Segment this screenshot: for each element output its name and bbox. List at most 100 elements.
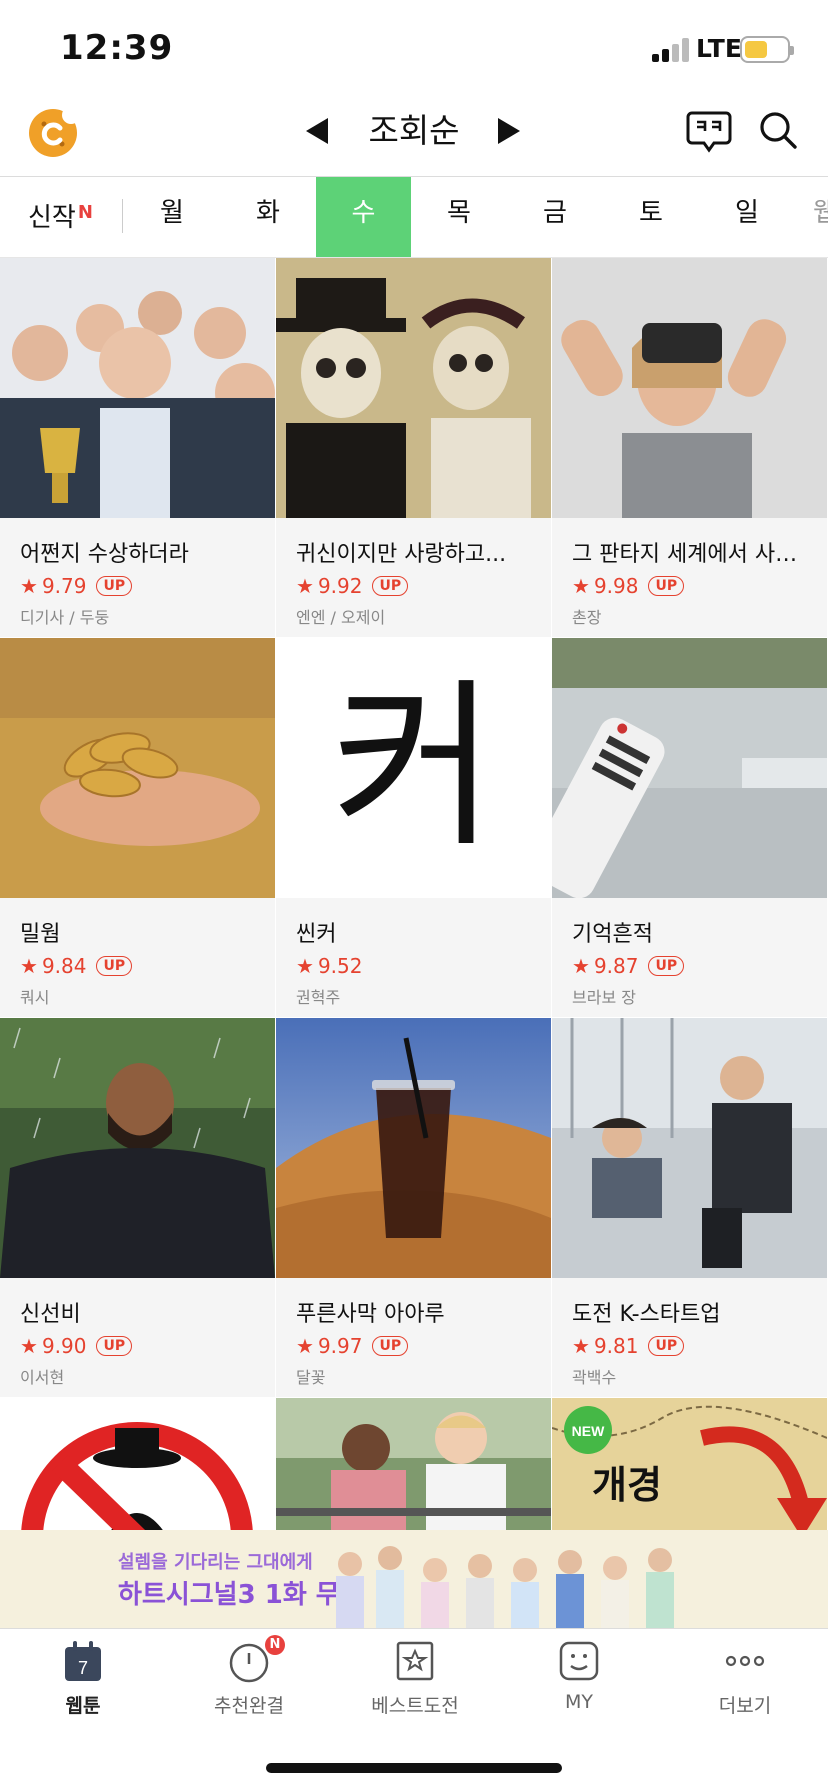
nav-more[interactable]: 더보기 — [662, 1639, 828, 1718]
comic-info: 그 판타지 세계에서 사… ★ 9.98 UP 촌장 — [552, 518, 827, 637]
rating-value: 9.81 — [593, 1334, 639, 1358]
comic-title: 밀웜 — [20, 922, 61, 947]
next-sort-button[interactable] — [498, 118, 520, 144]
comic-rating: ★ 9.81 UP — [572, 1334, 807, 1358]
comic-title: 도전 K-스타트업 — [572, 1302, 721, 1327]
comic-info: 기억흔적 ★ 9.87 UP 브라보 장 — [552, 898, 827, 1017]
comic-card[interactable]: 귀신이지만 사랑하고... ★ 9.92 UP 엔엔 / 오제이 — [276, 258, 551, 637]
nav-label: 추천완결 — [214, 1695, 284, 1717]
star-icon: ★ — [20, 1334, 38, 1358]
comic-card[interactable]: 신선비 ★ 9.90 UP 이서현 — [0, 1018, 275, 1397]
nav-label: MY — [565, 1691, 593, 1713]
comic-card[interactable]: 어쩐지 수상하더라 ★ 9.79 UP 디기사 / 두둥 — [0, 258, 275, 637]
tab-sun[interactable]: 일 — [699, 177, 795, 257]
comic-rating: ★ 9.52 — [296, 954, 531, 978]
comic-card[interactable] — [0, 1398, 275, 1530]
signal-icon — [652, 38, 690, 62]
comic-rating: ★ 9.84 UP — [20, 954, 255, 978]
up-badge: UP — [648, 1336, 685, 1356]
home-indicator[interactable] — [266, 1763, 562, 1773]
rating-value: 9.79 — [41, 574, 87, 598]
tab-fri[interactable]: 금 — [507, 177, 603, 257]
nav-my[interactable]: MY — [496, 1639, 662, 1713]
comic-rating: ★ 9.92 UP — [296, 574, 531, 598]
ad-line-2: 하트시그널3 1화 무료 — [118, 1580, 364, 1610]
nav-webtoon[interactable]: 7 웹툰 — [0, 1639, 166, 1718]
tab-thu[interactable]: 목 — [411, 177, 507, 257]
comic-card[interactable]: 푸른사막 아아루 ★ 9.97 UP 달꽃 — [276, 1018, 551, 1397]
thumbnail-desert-coffee — [276, 1018, 551, 1278]
up-badge: UP — [96, 1336, 133, 1356]
star-icon: ★ — [20, 954, 38, 978]
rating-value: 9.52 — [317, 954, 363, 978]
comic-grid: 어쩐지 수상하더라 ★ 9.79 UP 디기사 / 두둥 귀신이지만 사랑하고...… — [0, 258, 828, 1530]
up-badge: UP — [372, 1336, 409, 1356]
star-bookmark-icon — [396, 1641, 434, 1681]
thumbnail-gaegyeong-map: NEW 개경 — [552, 1398, 827, 1530]
comic-title: 그 판타지 세계에서 사… — [572, 542, 798, 567]
rating-value: 9.84 — [41, 954, 87, 978]
comic-author: 권혁주 — [296, 988, 341, 1007]
comic-author: 브라보 장 — [572, 988, 636, 1007]
thumbnail-kids-play — [276, 1398, 551, 1530]
comic-info: 어쩐지 수상하더라 ★ 9.79 UP 디기사 / 두둥 — [0, 518, 275, 637]
calendar-icon: 7 — [65, 1641, 101, 1681]
comic-card[interactable]: 기억흔적 ★ 9.87 UP 브라보 장 — [552, 638, 827, 1017]
thumbnail-wheat-hand — [0, 638, 275, 898]
up-badge: UP — [372, 576, 409, 596]
comic-author: 디기사 / 두둥 — [20, 608, 110, 627]
status-bar: 12:39 LTE — [0, 0, 828, 96]
comic-card[interactable]: 밀웜 ★ 9.84 UP 쿼시 — [0, 638, 275, 1017]
tab-tue[interactable]: 화 — [220, 177, 316, 257]
up-badge: UP — [648, 956, 685, 976]
tab-label: 신작 — [28, 203, 76, 233]
search-icon[interactable] — [758, 110, 798, 150]
thumbnail-title-text: 개경 — [592, 1463, 662, 1507]
comic-rating: ★ 9.98 UP — [572, 574, 807, 598]
thumbnail-sinker: 커 — [276, 638, 551, 898]
day-tabs: 신작N 월 화 수 목 금 토 일 웹 — [0, 176, 828, 258]
comic-title: 씬커 — [296, 922, 337, 947]
star-icon: ★ — [296, 954, 314, 978]
comic-info: 밀웜 ★ 9.84 UP 쿼시 — [0, 898, 275, 1017]
comic-card[interactable]: 그 판타지 세계에서 사… ★ 9.98 UP 촌장 — [552, 258, 827, 637]
star-icon: ★ — [572, 954, 590, 978]
comic-card[interactable]: 도전 K-스타트업 ★ 9.81 UP 곽백수 — [552, 1018, 827, 1397]
comic-rating: ★ 9.97 UP — [296, 1334, 531, 1358]
comic-info: 씬커 ★ 9.52 권혁주 — [276, 898, 551, 1017]
comic-card[interactable]: NEW 개경 — [552, 1398, 827, 1530]
nav-recommended-completed[interactable]: N 추천완결 — [166, 1635, 332, 1718]
tab-new[interactable]: 신작 N — [0, 177, 120, 257]
comic-title: 귀신이지만 사랑하고... — [296, 542, 507, 567]
thumbnail-vr-girl — [552, 258, 827, 518]
nav-label: 웹툰 — [65, 1695, 101, 1717]
star-icon: ★ — [20, 574, 38, 598]
comic-title: 어쩐지 수상하더라 — [20, 542, 189, 567]
network-label: LTE — [696, 34, 742, 63]
thumbnail-fridge-remote — [552, 638, 827, 898]
comic-info: 도전 K-스타트업 ★ 9.81 UP 곽백수 — [552, 1278, 827, 1397]
comic-info: 신선비 ★ 9.90 UP 이서현 — [0, 1278, 275, 1397]
tab-sat[interactable]: 토 — [603, 177, 699, 257]
tab-wed[interactable]: 수 — [316, 177, 411, 257]
star-icon: ★ — [296, 1334, 314, 1358]
comic-author: 쿼시 — [20, 988, 50, 1007]
rating-value: 9.90 — [41, 1334, 87, 1358]
up-badge: UP — [96, 576, 133, 596]
chat-icon[interactable] — [686, 109, 732, 155]
comic-author: 이서현 — [20, 1368, 65, 1387]
calendar-date: 7 — [78, 1658, 88, 1678]
rating-value: 9.92 — [317, 574, 363, 598]
comic-card[interactable] — [276, 1398, 551, 1530]
status-time: 12:39 — [60, 28, 174, 68]
tab-mon[interactable]: 월 — [124, 177, 220, 257]
battery-icon — [740, 36, 794, 63]
star-icon: ★ — [572, 574, 590, 598]
nav-label: 더보기 — [718, 1695, 772, 1717]
smile-icon — [559, 1641, 599, 1681]
thumbnail-startup-race — [552, 1018, 827, 1278]
nav-best-challenge[interactable]: 베스트도전 — [332, 1639, 498, 1718]
comic-card[interactable]: 커 씬커 ★ 9.52 권혁주 — [276, 638, 551, 1017]
ad-banner[interactable]: 설렘을 기다리는 그대에게 하트시그널3 1화 무료 — [0, 1530, 828, 1628]
tab-next-partial[interactable]: 웹 — [805, 177, 828, 257]
